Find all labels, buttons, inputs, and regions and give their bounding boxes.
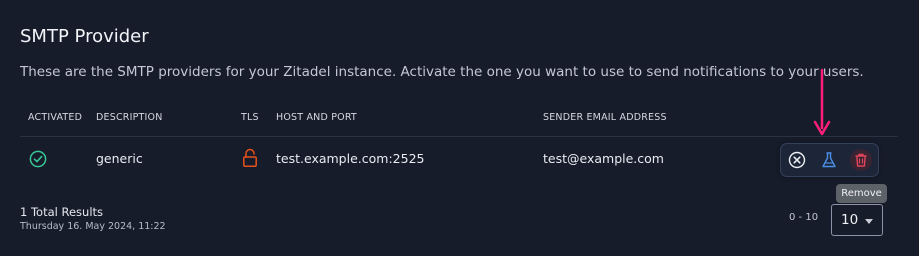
row-actions: [780, 143, 879, 177]
section-description: These are the SMTP providers for your Zi…: [20, 64, 864, 80]
host-port-cell: test.example.com:2525: [276, 151, 425, 166]
column-header-activated: ACTIVATED: [28, 112, 83, 123]
trash-icon: [855, 153, 867, 167]
deactivate-button[interactable]: [786, 149, 808, 171]
page-range: 0 - 10: [789, 212, 819, 223]
remove-tooltip: Remove: [836, 184, 887, 203]
chevron-down-icon: [865, 219, 873, 224]
annotation-arrow: [813, 68, 831, 136]
flask-icon: [822, 152, 836, 168]
timestamp: Thursday 16. May 2024, 11:22: [20, 221, 166, 232]
remove-button[interactable]: [850, 149, 872, 171]
section-title: SMTP Provider: [20, 26, 149, 47]
unlocked-padlock-icon: [243, 148, 257, 167]
column-header-host-port: HOST AND PORT: [276, 112, 357, 123]
check-circle-icon: [29, 150, 47, 168]
page-size-select[interactable]: 10: [831, 204, 883, 236]
test-button[interactable]: [818, 149, 840, 171]
page-size-value: 10: [841, 212, 859, 228]
column-header-sender-email: SENDER EMAIL ADDRESS: [543, 112, 667, 123]
total-results: 1 Total Results: [20, 205, 104, 219]
header-divider: [20, 136, 898, 137]
x-circle-icon: [788, 151, 806, 169]
sender-email-cell: test@example.com: [543, 151, 664, 166]
description-cell: generic: [96, 151, 143, 166]
column-header-tls: TLS: [241, 112, 259, 123]
column-header-description: DESCRIPTION: [96, 112, 163, 123]
